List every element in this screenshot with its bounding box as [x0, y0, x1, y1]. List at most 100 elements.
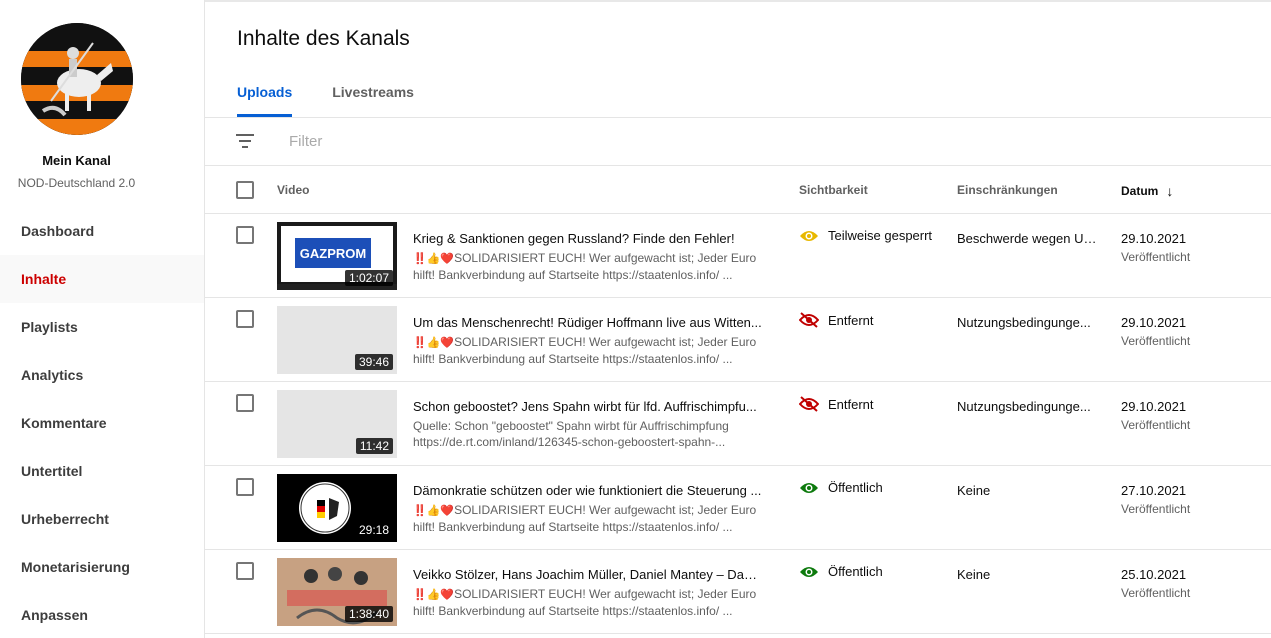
table-row[interactable]: 1:38:40 Veikko Stölzer, Hans Joachim Mül…	[205, 550, 1271, 634]
filter-input[interactable]	[289, 133, 689, 150]
table-row[interactable]: 11:42 Schon geboostet? Jens Spahn wirbt …	[205, 382, 1271, 466]
visibility-cell[interactable]: Öffentlich	[799, 480, 883, 495]
top-divider	[205, 0, 1271, 2]
sidebar-item-untertitel[interactable]: Untertitel	[0, 447, 204, 495]
header-video: Video	[277, 183, 310, 197]
restriction-cell[interactable]: Nutzungsbedingunge...	[957, 399, 1097, 414]
table-header: Video Sichtbarkeit Einschränkungen Datum…	[205, 166, 1271, 214]
row-checkbox[interactable]	[236, 310, 254, 328]
video-title[interactable]: Schon geboostet? Jens Spahn wirbt für lf…	[413, 399, 763, 414]
eye-off-icon	[799, 396, 819, 412]
header-restrictions[interactable]: Einschränkungen	[957, 183, 1058, 197]
header-date[interactable]: Datum ↓	[1121, 183, 1173, 199]
restriction-cell[interactable]: Beschwerde wegen Ur...	[957, 231, 1097, 246]
video-desc-line1: SOLIDARISIERT EUCH! Wer aufgewacht ist; …	[454, 587, 757, 601]
header-date-label: Datum	[1121, 184, 1159, 198]
video-duration: 1:38:40	[344, 606, 393, 622]
tab-bar: Uploads Livestreams	[237, 84, 454, 117]
visibility-label: Öffentlich	[828, 480, 883, 495]
status-cell: Veröffentlicht	[1121, 502, 1191, 516]
video-title[interactable]: Veikko Stölzer, Hans Joachim Müller, Dan…	[413, 567, 763, 582]
sidebar-item-playlists[interactable]: Playlists	[0, 303, 204, 351]
status-cell: Veröffentlicht	[1121, 418, 1191, 432]
visibility-label: Teilweise gesperrt	[828, 228, 933, 243]
status-cell: Veröffentlicht	[1121, 250, 1191, 264]
video-thumbnail[interactable]: 29:18	[277, 474, 397, 542]
visibility-cell[interactable]: Teilweise gesperrt	[799, 228, 932, 243]
status-cell: Veröffentlicht	[1121, 334, 1191, 348]
sidebar: Mein Kanal NOD-Deutschland 2.0 Dashboard…	[0, 0, 205, 638]
select-all-checkbox[interactable]	[236, 181, 254, 199]
video-thumbnail[interactable]: GAZPROM 1:02:07	[277, 222, 397, 290]
filter-icon[interactable]	[236, 134, 254, 148]
video-thumbnail[interactable]: 39:46	[277, 306, 397, 374]
visibility-label: Öffentlich	[828, 564, 883, 579]
status-cell: Veröffentlicht	[1121, 586, 1191, 600]
video-desc-line2: hilft! Bankverbindung auf Startseite htt…	[413, 604, 733, 618]
video-title[interactable]: Um das Menschenrecht! Rüdiger Hoffmann l…	[413, 315, 763, 330]
channel-title: Mein Kanal	[42, 153, 111, 168]
video-description: ‼️👍❤️SOLIDARISIERT EUCH! Wer aufgewacht …	[413, 334, 763, 366]
restriction-cell[interactable]: Nutzungsbedingunge...	[957, 315, 1097, 330]
tab-livestreams[interactable]: Livestreams	[332, 84, 414, 117]
restriction-cell: Keine	[957, 483, 991, 498]
date-cell: 29.10.2021	[1121, 231, 1187, 246]
sidebar-item-monetarisierung[interactable]: Monetarisierung	[0, 543, 204, 591]
filter-bar	[205, 118, 1271, 166]
sidebar-item-inhalte[interactable]: Inhalte	[0, 255, 204, 303]
sidebar-item-analytics[interactable]: Analytics	[0, 351, 204, 399]
tab-uploads[interactable]: Uploads	[237, 84, 293, 117]
row-checkbox[interactable]	[236, 562, 254, 580]
video-title[interactable]: Dämonkratie schützen oder wie funktionie…	[413, 483, 763, 498]
emoji-icons: ‼️👍❤️	[413, 337, 455, 349]
visibility-cell[interactable]: Entfernt	[799, 396, 874, 412]
video-duration: 11:42	[355, 438, 393, 454]
date-cell: 29.10.2021	[1121, 315, 1187, 330]
video-desc-line2: https://de.rt.com/inland/126345-schon-ge…	[413, 435, 726, 449]
table-row[interactable]: GAZPROM 1:02:07 Krieg & Sanktionen gegen…	[205, 214, 1271, 298]
eye-off-icon	[799, 312, 819, 328]
video-description: Quelle: Schon "geboostet" Spahn wirbt fü…	[413, 418, 763, 450]
emoji-icons: ‼️👍❤️	[413, 589, 455, 601]
row-checkbox[interactable]	[236, 478, 254, 496]
table-row[interactable]: 39:46 Um das Menschenrecht! Rüdiger Hoff…	[205, 298, 1271, 382]
eye-partial-icon	[800, 230, 818, 241]
date-cell: 29.10.2021	[1121, 399, 1187, 414]
page-title: Inhalte des Kanals	[237, 27, 410, 50]
header-visibility[interactable]: Sichtbarkeit	[799, 183, 868, 197]
video-desc-line1: Quelle: Schon "geboostet" Spahn wirbt fü…	[413, 419, 729, 433]
video-desc-line2: hilft! Bankverbindung auf Startseite htt…	[413, 520, 733, 534]
video-desc-line1: SOLIDARISIERT EUCH! Wer aufgewacht ist; …	[454, 335, 757, 349]
sidebar-item-urheberrecht[interactable]: Urheberrecht	[0, 495, 204, 543]
date-cell: 27.10.2021	[1121, 483, 1187, 498]
row-checkbox[interactable]	[236, 394, 254, 412]
video-duration: 1:02:07	[344, 270, 393, 286]
video-desc-line2: hilft! Bankverbindung auf Startseite htt…	[413, 268, 733, 282]
visibility-cell[interactable]: Öffentlich	[799, 564, 883, 579]
video-title[interactable]: Krieg & Sanktionen gegen Russland? Finde…	[413, 231, 763, 246]
sidebar-item-kommentare[interactable]: Kommentare	[0, 399, 204, 447]
channel-avatar[interactable]	[21, 23, 133, 135]
table-row[interactable]: 29:18 Dämonkratie schützen oder wie funk…	[205, 466, 1271, 550]
eye-icon	[800, 566, 818, 577]
eye-icon	[800, 482, 818, 493]
visibility-cell[interactable]: Entfernt	[799, 312, 874, 328]
sort-arrow-down-icon: ↓	[1166, 183, 1174, 199]
video-duration: 39:46	[354, 354, 393, 370]
sidebar-nav: Dashboard Inhalte Playlists Analytics Ko…	[0, 207, 204, 638]
gazprom-logo-text: GAZPROM	[300, 246, 366, 261]
video-thumbnail[interactable]: 11:42	[277, 390, 397, 458]
video-thumbnail[interactable]: 1:38:40	[277, 558, 397, 626]
main-content: Inhalte des Kanals Uploads Livestreams V…	[205, 0, 1271, 638]
video-desc-line2: hilft! Bankverbindung auf Startseite htt…	[413, 352, 733, 366]
video-description: ‼️👍❤️SOLIDARISIERT EUCH! Wer aufgewacht …	[413, 586, 763, 618]
row-checkbox[interactable]	[236, 226, 254, 244]
video-desc-line1: SOLIDARISIERT EUCH! Wer aufgewacht ist; …	[454, 503, 757, 517]
channel-name: NOD-Deutschland 2.0	[17, 176, 136, 190]
video-description: ‼️👍❤️SOLIDARISIERT EUCH! Wer aufgewacht …	[413, 502, 763, 534]
video-description: ‼️👍❤️SOLIDARISIERT EUCH! Wer aufgewacht …	[413, 250, 763, 282]
sidebar-item-anpassen[interactable]: Anpassen	[0, 591, 204, 638]
restriction-cell: Keine	[957, 567, 991, 582]
sidebar-item-dashboard[interactable]: Dashboard	[0, 207, 204, 255]
video-desc-line1: SOLIDARISIERT EUCH! Wer aufgewacht ist; …	[454, 251, 757, 265]
